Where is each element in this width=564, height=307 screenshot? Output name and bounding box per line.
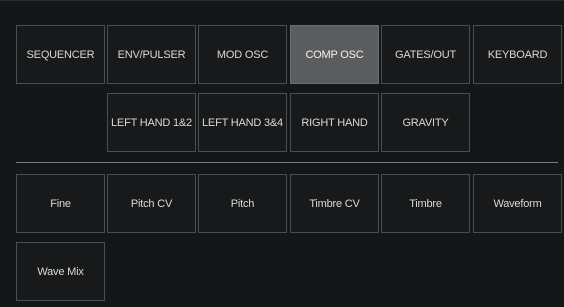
tab-mod-osc[interactable]: MOD OSC bbox=[198, 25, 287, 84]
tab-gates-out[interactable]: GATES/OUT bbox=[381, 25, 470, 84]
tab-comp-osc[interactable]: COMP OSC bbox=[290, 25, 379, 84]
control-panel: SEQUENCER ENV/PULSER MOD OSC COMP OSC GA… bbox=[0, 0, 564, 307]
tab-sequencer[interactable]: SEQUENCER bbox=[16, 25, 105, 84]
subtab-left-hand-3-4[interactable]: LEFT HAND 3&4 bbox=[198, 93, 287, 152]
param-wave-mix-button[interactable]: Wave Mix bbox=[16, 242, 105, 301]
tab-keyboard[interactable]: KEYBOARD bbox=[473, 25, 562, 84]
param-pitch-button[interactable]: Pitch bbox=[198, 174, 287, 233]
subtab-gravity[interactable]: GRAVITY bbox=[381, 93, 470, 152]
param-timbre-button[interactable]: Timbre bbox=[381, 174, 470, 233]
section-divider bbox=[16, 162, 558, 163]
param-fine-button[interactable]: Fine bbox=[16, 174, 105, 233]
param-waveform-button[interactable]: Waveform bbox=[473, 174, 562, 233]
param-timbre-cv-button[interactable]: Timbre CV bbox=[290, 174, 379, 233]
param-pitch-cv-button[interactable]: Pitch CV bbox=[107, 174, 196, 233]
top-edge bbox=[0, 0, 564, 1]
subtab-right-hand[interactable]: RIGHT HAND bbox=[290, 93, 379, 152]
tab-env-pulser[interactable]: ENV/PULSER bbox=[107, 25, 196, 84]
subtab-left-hand-1-2[interactable]: LEFT HAND 1&2 bbox=[107, 93, 196, 152]
